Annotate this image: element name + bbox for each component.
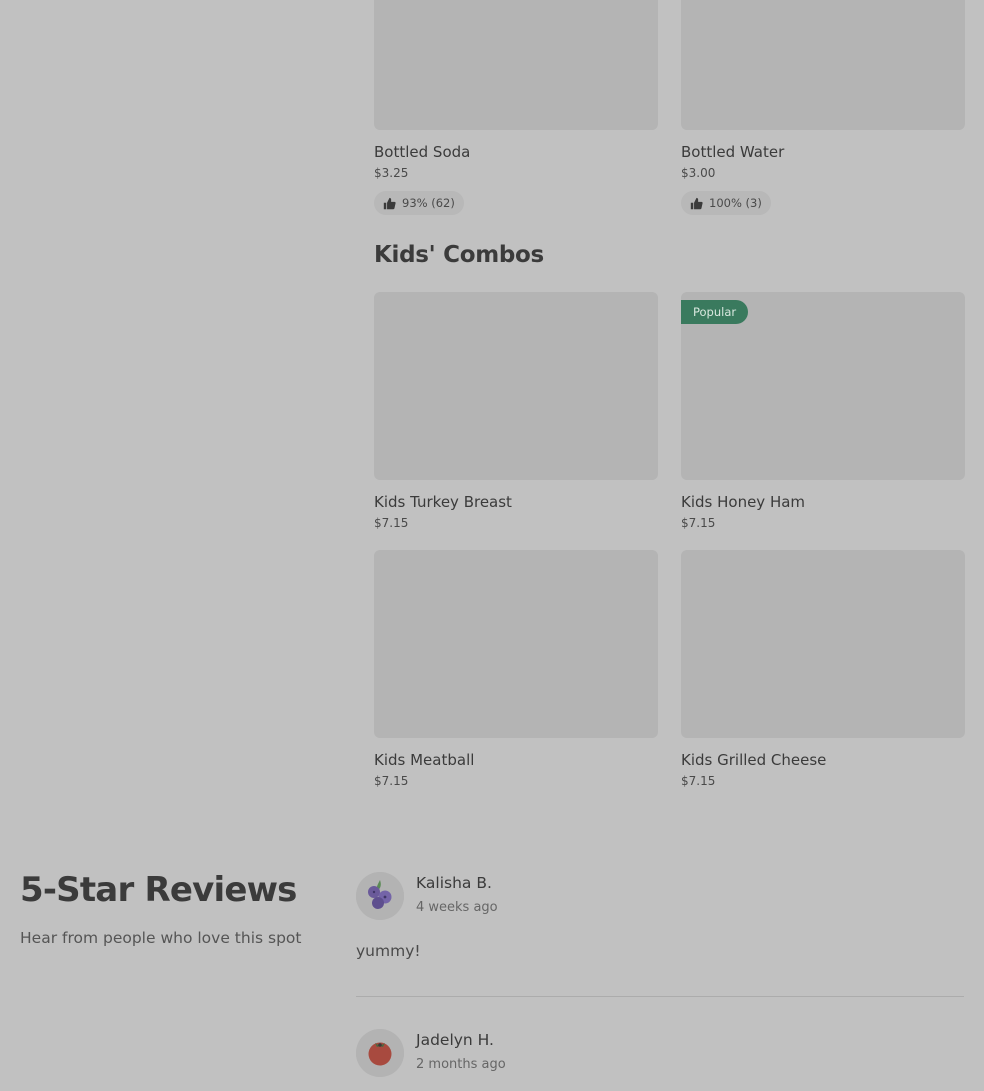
item-price: $7.15 [374,774,409,788]
item-image [374,0,658,130]
rating-pill: 100% (3) [681,191,771,215]
tomato-icon [356,1029,404,1077]
review-divider [356,996,964,997]
menu-item-kids-turkey-breast[interactable]: Kids Turkey Breast $7.15 [374,292,658,530]
review-time: 2 months ago [416,1057,506,1072]
item-price: $7.15 [681,774,716,788]
review-item: Kalisha B. 4 weeks ago yummy! [356,872,964,982]
menu-item-bottled-water[interactable]: Bottled Water $3.00 100% (3) [681,0,965,215]
review-item: Jadelyn H. 2 months ago [356,1029,964,1091]
item-image: Popular [681,292,965,480]
rating-text: 93% (62) [402,196,455,210]
item-name: Bottled Water [681,143,785,161]
rating-text: 100% (3) [709,196,762,210]
item-name: Kids Grilled Cheese [681,751,827,769]
reviews-subtitle: Hear from people who love this spot [20,929,302,947]
item-name: Kids Honey Ham [681,493,806,511]
item-price: $7.15 [681,516,716,530]
reviews-title: 5-Star Reviews [20,870,297,910]
menu-item-kids-meatball[interactable]: Kids Meatball $7.15 [374,550,658,788]
reviewer-name: Kalisha B. [416,874,492,892]
menu-item-kids-honey-ham[interactable]: Popular Kids Honey Ham $7.15 [681,292,965,530]
avatar [356,872,404,920]
item-price: $7.15 [374,516,409,530]
item-name: Bottled Soda [374,143,471,161]
section-title-kids-combos: Kids' Combos [374,242,544,268]
item-image [374,550,658,738]
menu-item-bottled-soda[interactable]: Bottled Soda $3.25 93% (62) [374,0,658,215]
item-price: $3.25 [374,166,409,180]
item-name: Kids Turkey Breast [374,493,512,511]
blueberry-icon [356,872,404,920]
thumbs-up-icon [690,197,703,209]
reviewer-name: Jadelyn H. [416,1031,494,1049]
item-image [681,550,965,738]
review-text: yummy! [356,942,421,960]
rating-pill: 93% (62) [374,191,464,215]
item-price: $3.00 [681,166,716,180]
menu-item-kids-grilled-cheese[interactable]: Kids Grilled Cheese $7.15 [681,550,965,788]
item-image [374,292,658,480]
thumbs-up-icon [383,197,396,209]
item-image [681,0,965,130]
item-name: Kids Meatball [374,751,475,769]
popular-badge: Popular [681,300,749,324]
avatar [356,1029,404,1077]
review-time: 4 weeks ago [416,900,498,915]
